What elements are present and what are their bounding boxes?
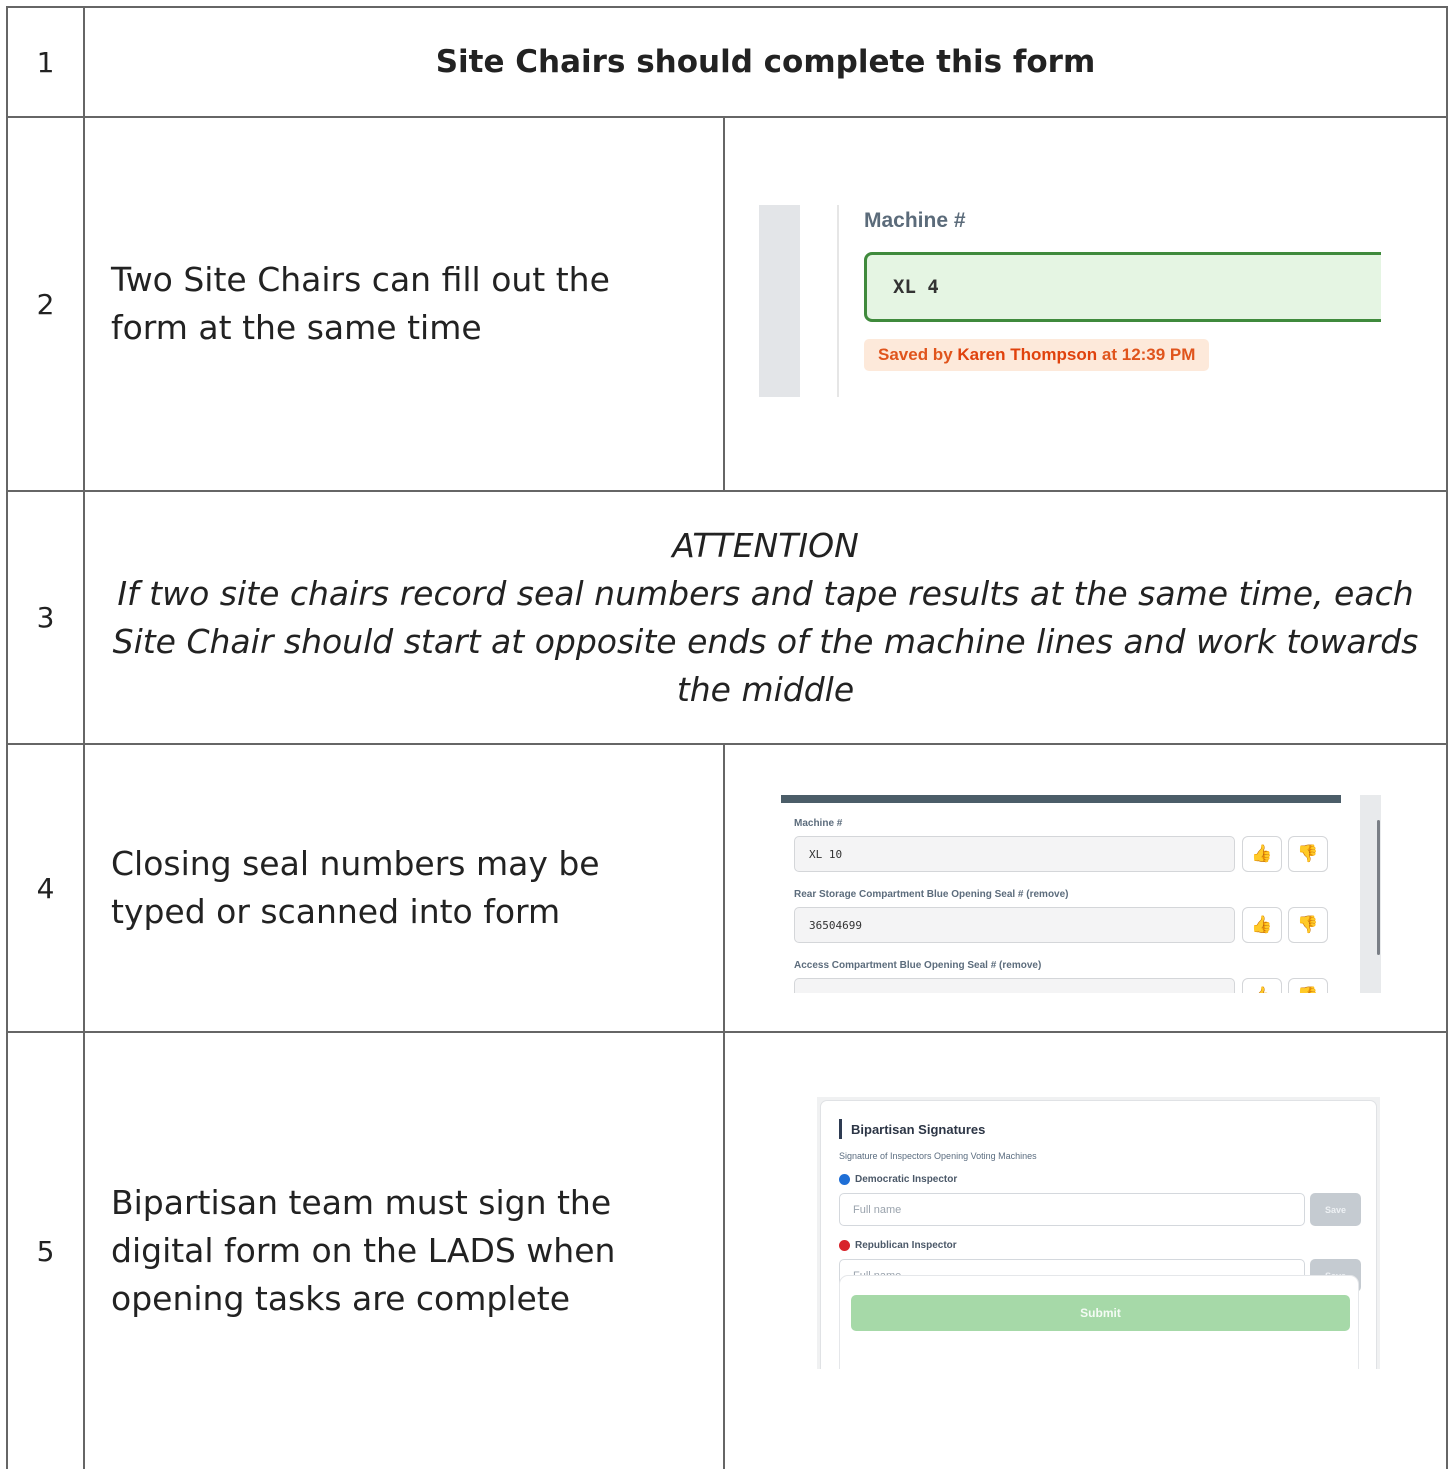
table-divider-row4-5 [723,744,725,1469]
blue-dot-icon [839,1174,850,1185]
thumbs-down-icon[interactable]: 👎 [1288,836,1328,872]
row-instruction: Two Site Chairs can fill out the form at… [111,260,610,347]
table-border-right [1446,6,1448,1469]
row-number: 1 [36,45,55,79]
access-seal-field[interactable] [794,978,1235,993]
saved-prefix: Saved by [878,345,958,364]
democratic-save-button[interactable]: Save [1310,1193,1361,1226]
thumbs-down-icon[interactable]: 👎 [1288,978,1328,993]
red-dot-icon [839,1240,850,1251]
row-number: 4 [36,871,55,905]
machine-field-label: Machine # [794,818,843,829]
row-number: 2 [36,287,55,321]
signatures-title: Bipartisan Signatures [839,1119,985,1139]
democratic-label-text: Democratic Inspector [855,1174,958,1185]
democratic-label: Democratic Inspector [839,1174,957,1185]
machine-field[interactable]: XL 10 [794,836,1235,872]
signatures-subtitle: Signature of Inspectors Opening Voting M… [839,1151,1037,1161]
saved-by-badge: Saved by Karen Thompson at 12:39 PM [864,339,1210,371]
thumbs-up-icon[interactable]: 👍 [1242,907,1282,943]
table-divider-number-column [83,6,85,1469]
machine-saved-screenshot: Machine # XL 4 Saved by Karen Thompson a… [759,205,1381,397]
signatures-screenshot: Bipartisan Signatures Signature of Inspe… [817,1097,1380,1369]
submit-button[interactable]: Submit [851,1295,1350,1331]
row-title: Site Chairs should complete this form [435,44,1096,80]
divider [837,205,839,397]
machine-label: Machine # [864,209,966,232]
row-instruction: Bipartisan team must sign the digital fo… [111,1183,616,1318]
attention-notice: ATTENTION If two site chairs record seal… [95,492,1436,743]
attention-text: If two site chairs record seal numbers a… [112,573,1419,709]
access-seal-label: Access Compartment Blue Opening Seal # (… [794,960,1042,971]
rear-seal-label: Rear Storage Compartment Blue Opening Se… [794,889,1069,900]
thumbs-down-icon[interactable]: 👎 [1288,907,1328,943]
democratic-name-input[interactable]: Full name [839,1193,1305,1226]
table-divider-row2 [723,117,725,491]
saved-by-name: Karen Thompson [957,345,1098,364]
seal-fields-screenshot: Machine # XL 10 👍 👎 Rear Storage Compart… [781,795,1381,993]
rear-seal-field[interactable]: 36504699 [794,907,1235,943]
republican-label-text: Republican Inspector [855,1240,957,1251]
republican-label: Republican Inspector [839,1240,957,1251]
row-number: 3 [36,601,55,634]
thumbs-up-icon[interactable]: 👍 [1242,836,1282,872]
row-instruction: Closing seal numbers may be typed or sca… [111,844,600,931]
section-header-bar [781,795,1341,803]
thumbs-up-icon[interactable]: 👍 [1242,978,1282,993]
scrollbar[interactable] [1377,820,1380,955]
sidebar-edge [759,205,800,397]
machine-input[interactable]: XL 4 [864,252,1381,322]
saved-time: at 12:39 PM [1097,345,1196,364]
row-number: 5 [36,1234,55,1268]
attention-heading: ATTENTION [672,525,859,565]
